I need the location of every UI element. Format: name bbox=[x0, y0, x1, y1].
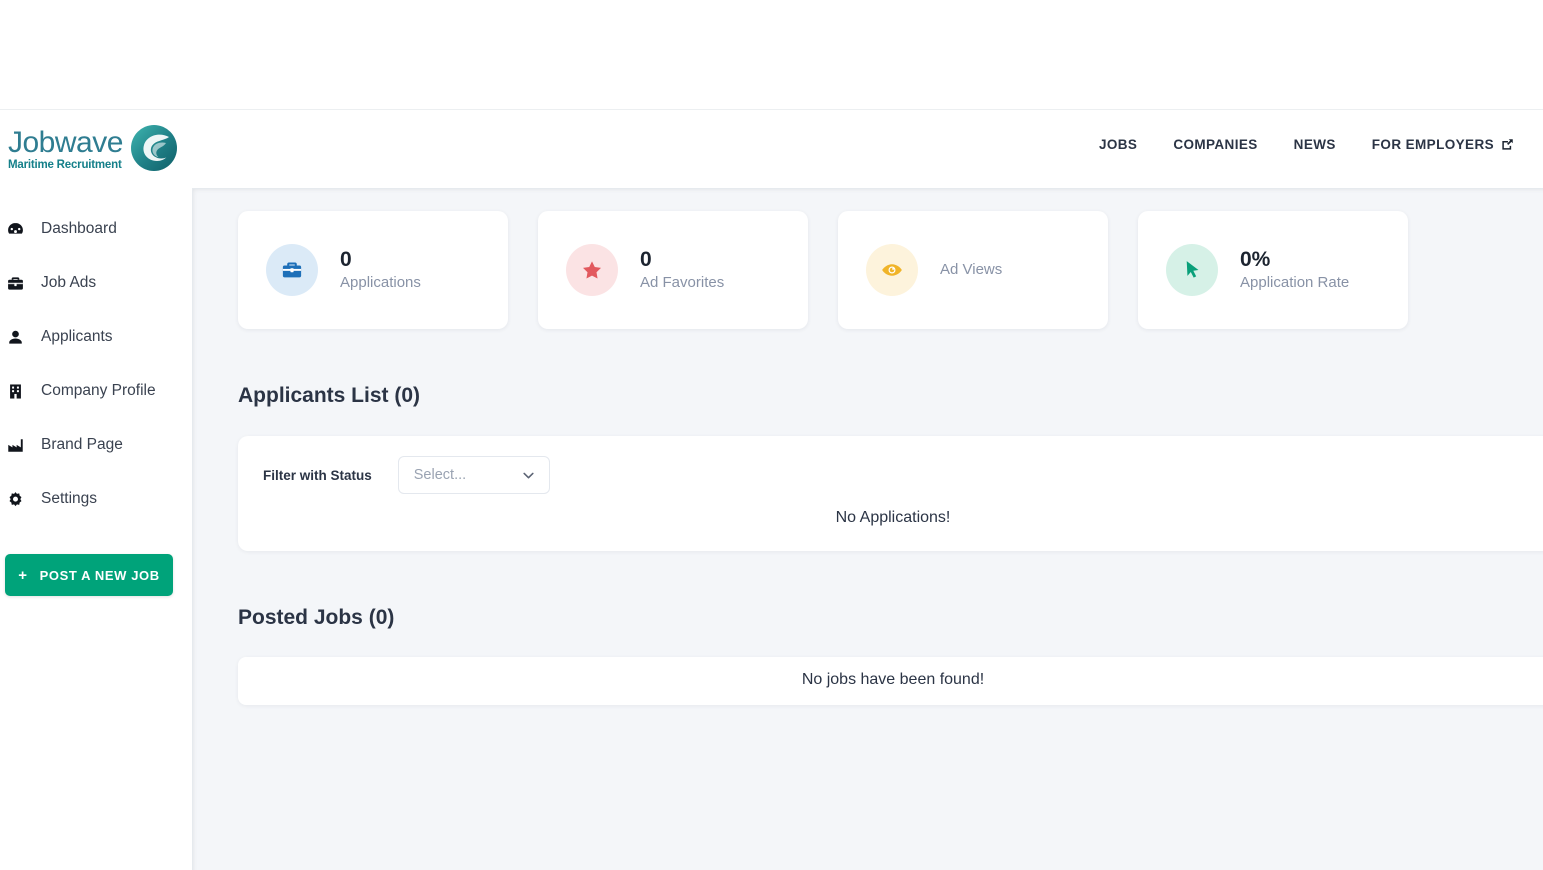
sidebar-item-dashboard[interactable]: Dashboard bbox=[0, 202, 192, 256]
briefcase-icon bbox=[266, 244, 318, 296]
stat-text: 0 Ad Favorites bbox=[640, 247, 724, 294]
briefcase-icon bbox=[5, 274, 25, 293]
nav-item-label: COMPANIES bbox=[1173, 137, 1258, 152]
sidebar-item-label: Dashboard bbox=[41, 220, 117, 237]
posted-jobs-title: Posted Jobs (0) bbox=[238, 606, 395, 629]
sidebar-item-label: Settings bbox=[41, 490, 98, 507]
chevron-down-icon bbox=[521, 468, 536, 483]
brand-logo[interactable]: Jobwave Maritime Recruitment bbox=[8, 121, 179, 178]
stat-label: Ad Favorites bbox=[640, 274, 725, 291]
sidebar-item-company-profile[interactable]: Company Profile bbox=[0, 364, 192, 418]
brand-tagline: Maritime Recruitment bbox=[8, 158, 122, 171]
status-filter-select[interactable]: Select... bbox=[397, 456, 550, 494]
brand-name: Jobwave bbox=[8, 125, 123, 159]
stat-label: Ad Views bbox=[940, 260, 1003, 278]
sidebar-item-settings[interactable]: Settings bbox=[0, 472, 192, 526]
applicants-list-title: Applicants List (0) bbox=[238, 384, 421, 407]
wave-c-logo-icon bbox=[129, 123, 179, 178]
stat-card-application-rate[interactable]: 0% Application Rate bbox=[1138, 211, 1408, 329]
filter-with-status-label: Filter with Status bbox=[263, 467, 372, 483]
main-nav: JOBS COMPANIES NEWS FOR EMPLOYERS bbox=[1099, 137, 1515, 152]
building-icon bbox=[5, 382, 25, 401]
nav-item-label: FOR EMPLOYERS bbox=[1371, 137, 1494, 152]
sidebar-item-job-ads[interactable]: Job Ads bbox=[0, 256, 192, 310]
stat-value: 0% bbox=[1240, 247, 1271, 271]
nav-item-for-employers[interactable]: FOR EMPLOYERS bbox=[1372, 137, 1515, 152]
nav-item-companies[interactable]: COMPANIES bbox=[1173, 137, 1257, 152]
applicants-panel: Filter with Status Select... No Applicat… bbox=[238, 436, 1543, 551]
stat-value: 0 bbox=[640, 247, 652, 271]
posted-jobs-panel: No jobs have been found! bbox=[238, 657, 1543, 705]
plus-icon: + bbox=[18, 566, 28, 584]
no-applications-message: No Applications! bbox=[835, 509, 951, 526]
site-header: Jobwave Maritime Recruitment JOBS COMPAN… bbox=[0, 111, 1543, 287]
stat-text: 0 Applications bbox=[340, 247, 421, 294]
sidebar: Dashboard Job Ads Applicants Company Pro… bbox=[0, 188, 192, 870]
external-link-icon bbox=[1500, 137, 1515, 152]
eye-icon bbox=[866, 244, 918, 296]
stat-text: 0% Application Rate bbox=[1240, 247, 1349, 294]
star-icon bbox=[566, 244, 618, 296]
post-a-new-job-label: POST A NEW JOB bbox=[39, 567, 160, 583]
stat-label: Application Rate bbox=[1240, 274, 1350, 291]
status-filter-placeholder: Select... bbox=[413, 467, 467, 483]
sidebar-item-applicants[interactable]: Applicants bbox=[0, 310, 192, 364]
dashboard-page: Jobwave Maritime Recruitment JOBS COMPAN… bbox=[0, 0, 1543, 870]
cursor-arrow-icon bbox=[1166, 244, 1218, 296]
sidebar-item-label: Job Ads bbox=[41, 274, 97, 291]
sidebar-item-brand-page[interactable]: Brand Page bbox=[0, 418, 192, 472]
stat-label: Applications bbox=[340, 274, 421, 291]
nav-item-label: NEWS bbox=[1293, 137, 1336, 152]
stats-cards-row: 0 Applications 0 Ad Favorites Ad Views 0… bbox=[238, 211, 1543, 329]
stat-text: Ad Views bbox=[940, 260, 1002, 280]
factory-icon bbox=[5, 436, 25, 455]
speedometer-icon bbox=[5, 220, 25, 239]
top-blank-strip bbox=[0, 0, 1543, 110]
stat-card-ad-views[interactable]: Ad Views bbox=[838, 211, 1108, 329]
nav-item-jobs[interactable]: JOBS bbox=[1099, 137, 1137, 152]
post-a-new-job-button[interactable]: + POST A NEW JOB bbox=[5, 554, 173, 596]
filter-row: Filter with Status Select... bbox=[238, 436, 1543, 494]
sidebar-item-label: Applicants bbox=[41, 328, 113, 345]
stat-value: 0 bbox=[340, 247, 352, 271]
nav-item-news[interactable]: NEWS bbox=[1294, 137, 1336, 152]
brand-text: Jobwave Maritime Recruitment bbox=[8, 125, 123, 172]
nav-item-label: JOBS bbox=[1098, 137, 1138, 152]
main-content: 0 Applications 0 Ad Favorites Ad Views 0… bbox=[192, 188, 1543, 870]
stat-card-applications[interactable]: 0 Applications bbox=[238, 211, 508, 329]
gear-icon bbox=[5, 490, 25, 509]
sidebar-item-label: Company Profile bbox=[41, 382, 156, 399]
sidebar-item-label: Brand Page bbox=[41, 436, 123, 453]
stat-card-ad-favorites[interactable]: 0 Ad Favorites bbox=[538, 211, 808, 329]
person-icon bbox=[5, 328, 25, 347]
no-jobs-found-message: No jobs have been found! bbox=[801, 671, 985, 688]
